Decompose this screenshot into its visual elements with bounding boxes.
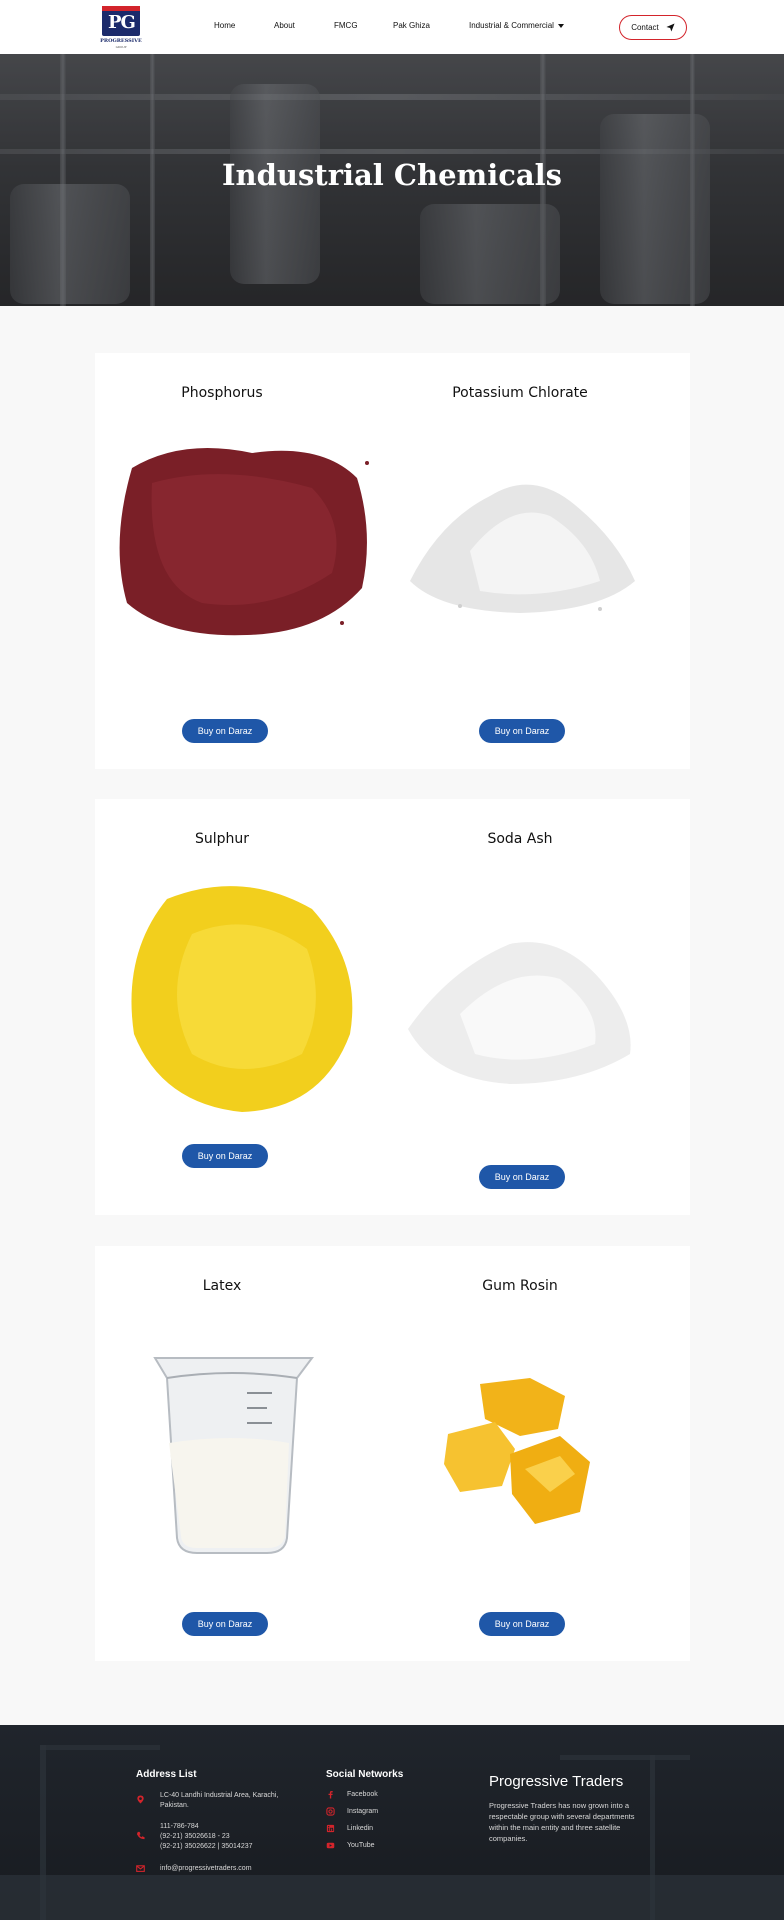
product-title: Potassium Chlorate bbox=[452, 385, 588, 401]
buy-on-daraz-button[interactable]: Buy on Daraz bbox=[182, 1144, 268, 1168]
linkedin-icon[interactable] bbox=[326, 1824, 335, 1833]
nav-about[interactable]: About bbox=[274, 21, 295, 30]
phone-number[interactable]: (92-21) 35026618 - 23 bbox=[160, 1832, 230, 1842]
page-title: Industrial Chemicals bbox=[221, 158, 563, 192]
site-header: PG PROGRESSIVE GROUP Home About FMCG Pak… bbox=[0, 0, 784, 54]
address-heading: Address List bbox=[136, 1769, 197, 1780]
nav-fmcg[interactable]: FMCG bbox=[334, 21, 358, 30]
product-title: Phosphorus bbox=[181, 385, 263, 401]
product-title: Gum Rosin bbox=[482, 1278, 558, 1294]
phone-number[interactable]: (92-21) 35026622 | 35014237 bbox=[160, 1842, 253, 1852]
buy-on-daraz-button[interactable]: Buy on Daraz bbox=[479, 1165, 565, 1189]
sulphur-image bbox=[131, 886, 353, 1112]
site-footer bbox=[0, 1725, 784, 1920]
footer-brand-heading: Progressive Traders bbox=[489, 1773, 624, 1790]
nav-industrial-label: Industrial & Commercial bbox=[469, 21, 554, 30]
buy-on-daraz-button[interactable]: Buy on Daraz bbox=[479, 1612, 565, 1636]
logo-mark: PG bbox=[102, 6, 140, 36]
social-link-linkedin[interactable]: Linkedin bbox=[347, 1824, 373, 1834]
logo-name: PROGRESSIVE bbox=[100, 38, 142, 44]
product-card-row: Phosphorus Buy on Daraz Potassium Chlora… bbox=[95, 353, 690, 769]
phosphorus-image bbox=[119, 448, 369, 636]
send-icon bbox=[666, 23, 675, 32]
social-heading: Social Networks bbox=[326, 1769, 404, 1780]
nav-industrial-commercial[interactable]: Industrial & Commercial bbox=[469, 21, 564, 30]
footer-brand-text: Progressive Traders has now grown into a… bbox=[489, 1801, 635, 1843]
soda-ash-image bbox=[408, 942, 631, 1084]
contact-button[interactable]: Contact bbox=[619, 15, 687, 40]
product-card-row: Sulphur Buy on Daraz Soda Ash Buy on Dar… bbox=[95, 799, 690, 1215]
social-link-youtube[interactable]: YouTube bbox=[347, 1841, 375, 1851]
social-link-instagram[interactable]: Instagram bbox=[347, 1807, 378, 1817]
location-pin-icon bbox=[137, 1795, 144, 1804]
buy-on-daraz-button[interactable]: Buy on Daraz bbox=[182, 1612, 268, 1636]
buy-on-daraz-button[interactable]: Buy on Daraz bbox=[479, 719, 565, 743]
footer-crane-silhouette bbox=[560, 1755, 690, 1760]
email-link[interactable]: info@progressivetraders.com bbox=[160, 1864, 252, 1874]
nav-home[interactable]: Home bbox=[214, 21, 235, 30]
phone-icon bbox=[136, 1831, 145, 1840]
product-card-row: Latex Buy on Daraz Gum Rosin Buy on Dara… bbox=[95, 1246, 690, 1661]
latex-beaker-image bbox=[153, 1357, 314, 1554]
caret-down-icon bbox=[557, 23, 564, 28]
footer-crane-silhouette bbox=[40, 1745, 160, 1750]
gum-rosin-image bbox=[444, 1378, 590, 1524]
address-line: Pakistan. bbox=[160, 1802, 189, 1809]
logo-sub: GROUP bbox=[115, 45, 127, 49]
nav-pak-ghiza[interactable]: Pak Ghiza bbox=[393, 21, 430, 30]
product-title: Latex bbox=[202, 1278, 242, 1294]
buy-on-daraz-button[interactable]: Buy on Daraz bbox=[182, 719, 268, 743]
progressive-logo[interactable]: PG PROGRESSIVE GROUP bbox=[98, 4, 144, 50]
product-title: Sulphur bbox=[194, 831, 250, 847]
product-title: Soda Ash bbox=[487, 831, 553, 847]
footer-crane-silhouette bbox=[0, 1875, 784, 1920]
instagram-icon[interactable] bbox=[326, 1807, 335, 1816]
contact-label: Contact bbox=[631, 23, 659, 32]
logo-mark-text: PG bbox=[108, 12, 136, 33]
social-link-facebook[interactable]: Facebook bbox=[347, 1790, 378, 1800]
potassium-chlorate-image bbox=[410, 484, 635, 613]
address-line: LC-40 Landhi Industrial Area, Karachi, bbox=[160, 1792, 279, 1799]
phone-number[interactable]: 111-786-784 bbox=[160, 1822, 199, 1832]
facebook-icon[interactable] bbox=[326, 1790, 335, 1799]
envelope-icon bbox=[136, 1865, 145, 1872]
youtube-icon[interactable] bbox=[326, 1841, 335, 1850]
hero-banner: Industrial Chemicals bbox=[0, 54, 784, 306]
